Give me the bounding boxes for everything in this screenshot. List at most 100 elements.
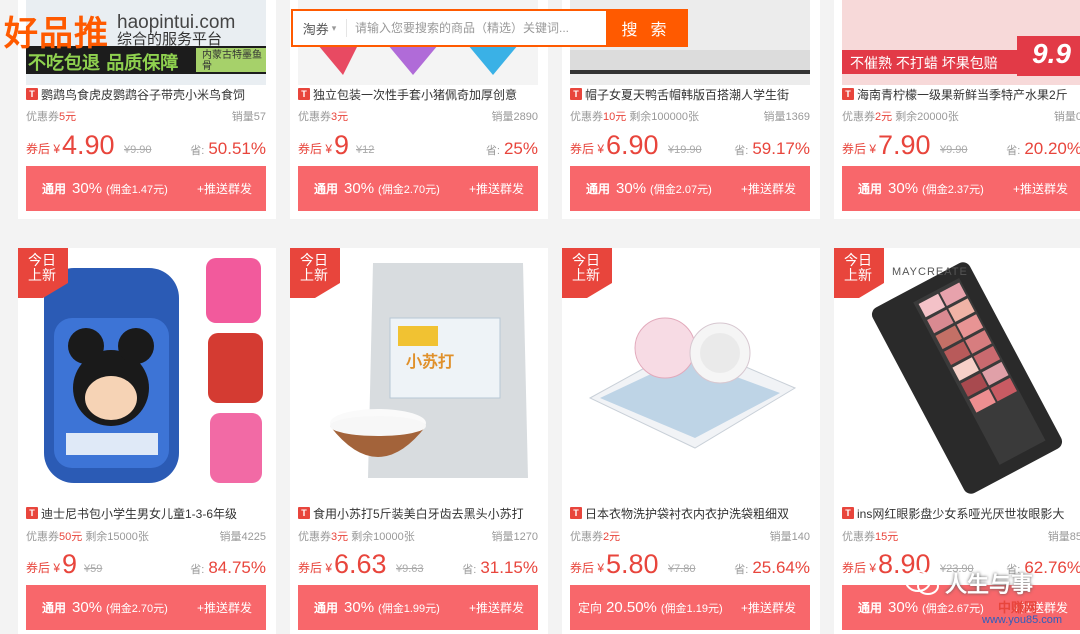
after-coupon-label: 券后 ¥ xyxy=(298,142,333,156)
push-button[interactable]: +推送群发 xyxy=(741,180,796,197)
product-title[interactable]: 食用小苏打5斤装美白牙齿去黑头小苏打 xyxy=(313,505,524,522)
push-button[interactable]: +推送群发 xyxy=(469,599,524,616)
commission-bar[interactable]: 通用 30% (佣金2.37元) +推送群发 xyxy=(842,166,1080,211)
price-value: 9 xyxy=(334,130,350,160)
watermark-text: 人生与事 xyxy=(945,572,1034,597)
save-percent: 省: 50.51% xyxy=(190,139,266,158)
commission-percent: 30% xyxy=(616,180,647,197)
coupon-info: 优惠券2元 xyxy=(570,531,621,543)
product-title[interactable]: 日本衣物洗护袋衬衣内衣护洗袋粗细双 xyxy=(585,505,789,522)
commission-type: 通用 xyxy=(42,601,67,615)
tmall-badge-icon: T xyxy=(26,507,38,519)
price-row: 券后 ¥ 6.63 ¥9.63 省: 31.15% xyxy=(298,548,538,579)
commission-amount: (佣金2.07元) xyxy=(650,183,712,196)
chevron-down-icon: ▾ xyxy=(331,22,337,33)
after-coupon-label: 券后 ¥ xyxy=(26,561,61,575)
sales-count: 销量4225 xyxy=(219,531,266,543)
sales-count: 销量85 xyxy=(1047,531,1080,543)
after-coupon-label: 券后 ¥ xyxy=(298,561,333,575)
save-percent: 省: 25.64% xyxy=(734,558,810,577)
search-type-label: 淘券 xyxy=(302,21,329,37)
after-coupon-label: 券后 ¥ xyxy=(570,142,605,156)
product-card[interactable]: 今日 上新 小苏打 T 食用小苏打5斤装美白牙齿去黑头小苏打 优惠券3元 剩余100… xyxy=(290,248,548,634)
logo-chinese: 好品推 xyxy=(4,14,109,54)
commission-percent: 30% xyxy=(72,599,103,616)
price-value: 7.90 xyxy=(878,130,931,160)
save-percent: 省: 31.15% xyxy=(462,558,538,577)
brand-text: MAYCREATE xyxy=(892,266,968,278)
search-button[interactable]: 搜 索 xyxy=(606,11,686,45)
product-image[interactable]: 不催熟 不打蜡 坏果包赔 9.9 xyxy=(842,0,1080,85)
commission-percent: 30% xyxy=(888,599,919,616)
sales-count: 销量57 xyxy=(231,111,266,123)
price-row: 券后 ¥ 7.90 ¥9.90 省: 20.20% xyxy=(842,129,1080,160)
tmall-badge-icon: T xyxy=(26,88,38,100)
package-label: 小苏打 xyxy=(406,354,455,371)
wechat-watermark: 人生与事 xyxy=(905,567,1033,599)
product-card[interactable]: 今日 上新 T 日本衣物洗护袋衬衣内衣护洗袋粗细双 优惠券2元 销量140 券后 ¥… xyxy=(562,248,820,634)
commission-type: 定向 xyxy=(578,601,603,615)
after-coupon-label: 券后 ¥ xyxy=(842,561,877,575)
product-title[interactable]: 帽子女夏天鸭舌帽韩版百搭潮人学生街 xyxy=(585,86,789,103)
commission-bar[interactable]: 通用 30% (佣金2.70元) +推送群发 xyxy=(26,585,266,630)
commission-percent: 30% xyxy=(72,180,103,197)
sales-count: 销量140 xyxy=(769,531,810,543)
save-percent: 省: 25% xyxy=(485,139,538,158)
sales-count: 销量0 xyxy=(1053,111,1080,123)
commission-type: 通用 xyxy=(858,182,883,196)
product-title[interactable]: 迪士尼书包小学生男女儿童1-3-6年级 xyxy=(41,505,237,522)
tmall-badge-icon: T xyxy=(842,88,854,100)
tmall-badge-icon: T xyxy=(842,507,854,519)
watermark-url: www.you85.com xyxy=(982,614,1063,626)
price-value: 9 xyxy=(62,549,78,579)
commission-amount: (佣金2.70元) xyxy=(106,602,168,615)
logo-domain: haopintui.com xyxy=(117,11,236,33)
commission-percent: 20.50% xyxy=(606,599,657,616)
save-percent: 省: 59.17% xyxy=(734,139,810,158)
commission-amount: (佣金1.99元) xyxy=(378,602,440,615)
search-input[interactable] xyxy=(347,11,606,45)
search-type-dropdown[interactable]: 淘券 ▾ xyxy=(293,19,347,37)
commission-amount: (佣金2.70元) xyxy=(378,183,440,196)
commission-amount: (佣金1.19元) xyxy=(660,602,723,615)
coupon-info: 优惠券5元 xyxy=(26,111,77,123)
product-title[interactable]: ins网红眼影盘少女系哑光厌世妆眼影大 xyxy=(857,505,1064,522)
coupon-info: 优惠券10元 剩余100000张 xyxy=(570,111,700,123)
coupon-info: 优惠券2元 剩余20000张 xyxy=(842,111,959,123)
push-button[interactable]: +推送群发 xyxy=(741,599,796,616)
product-card[interactable]: 今日 上新 T 迪士尼书包小学生男女儿童1-3-6年级 优惠券50元 剩余15000… xyxy=(18,248,276,634)
commission-bar[interactable]: 通用 30% (佣金1.99元) +推送群发 xyxy=(298,585,538,630)
sales-count: 销量2890 xyxy=(491,111,538,123)
coupon-info: 优惠券15元 xyxy=(842,531,899,543)
original-price: ¥59 xyxy=(84,563,103,575)
original-price: ¥7.80 xyxy=(668,563,696,575)
price-row: 券后 ¥ 9 ¥12 省: 25% xyxy=(298,129,538,160)
product-card[interactable]: 不催熟 不打蜡 坏果包赔 9.9 T 海南青柠檬一级果新鲜当季特产水果2斤 优惠券… xyxy=(834,0,1080,219)
push-button[interactable]: +推送群发 xyxy=(197,599,252,616)
price-value: 6.63 xyxy=(334,549,387,579)
commission-bar[interactable]: 通用 30% (佣金2.70元) +推送群发 xyxy=(298,166,538,211)
commission-bar[interactable]: 定向 20.50% (佣金1.19元) +推送群发 xyxy=(570,585,810,630)
product-banner-text: 不催熟 不打蜡 坏果包赔 xyxy=(850,55,998,71)
site-logo[interactable]: 好品推 haopintui.com 综合的服务平台 xyxy=(4,6,235,55)
original-price: ¥9.63 xyxy=(396,563,424,575)
push-button[interactable]: +推送群发 xyxy=(469,180,524,197)
price-row: 券后 ¥ 4.90 ¥9.90 省: 50.51% xyxy=(26,129,266,160)
commission-type: 通用 xyxy=(858,601,883,615)
save-percent: 省: 20.20% xyxy=(1006,139,1080,158)
push-button[interactable]: +推送群发 xyxy=(1013,180,1068,197)
price-row: 券后 ¥ 9 ¥59 省: 84.75% xyxy=(26,548,266,579)
product-title[interactable]: 鹦鹉鸟食虎皮鹦鹉谷子带壳小米鸟食饲 xyxy=(41,86,245,103)
price-row: 券后 ¥ 6.90 ¥19.90 省: 59.17% xyxy=(570,129,810,160)
commission-type: 通用 xyxy=(314,601,339,615)
price-row: 券后 ¥ 5.80 ¥7.80 省: 25.64% xyxy=(570,548,810,579)
after-coupon-label: 券后 ¥ xyxy=(26,142,61,156)
push-button[interactable]: +推送群发 xyxy=(197,180,252,197)
commission-bar[interactable]: 通用 30% (佣金2.07元) +推送群发 xyxy=(570,166,810,211)
commission-type: 通用 xyxy=(314,182,339,196)
tmall-badge-icon: T xyxy=(298,88,310,100)
commission-bar[interactable]: 通用 30% (佣金1.47元) +推送群发 xyxy=(26,166,266,211)
product-title[interactable]: 海南青柠檬一级果新鲜当季特产水果2斤 xyxy=(857,86,1068,103)
product-title[interactable]: 独立包装一次性手套小猪佩奇加厚创意 xyxy=(313,86,517,103)
save-percent: 省: 84.75% xyxy=(190,558,266,577)
